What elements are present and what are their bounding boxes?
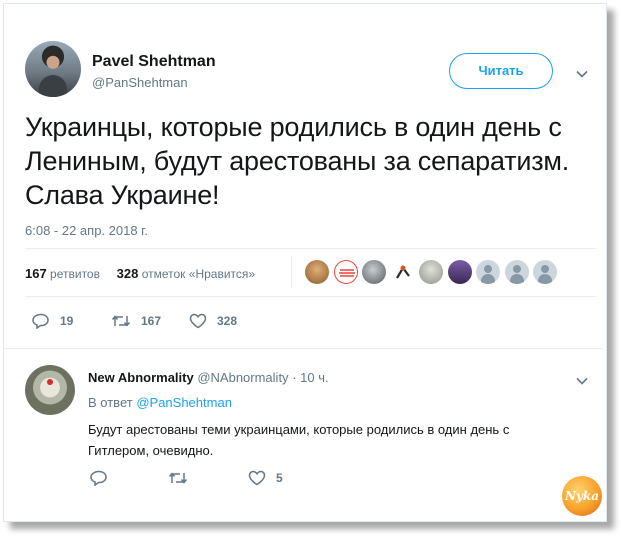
retweet-count[interactable]: 167 (25, 266, 47, 281)
stats-separator (291, 256, 292, 288)
heart-icon (189, 313, 207, 329)
chevron-down-icon[interactable] (575, 67, 589, 81)
retweet-action[interactable]: 167 (111, 313, 161, 329)
reply-like-count: 5 (276, 471, 283, 485)
reply-like-action[interactable]: 5 (248, 470, 283, 486)
reply-author-avatar[interactable] (25, 365, 75, 415)
divider (25, 296, 596, 297)
in-reply-to: В ответ @PanShehtman (88, 395, 232, 410)
likers-list (305, 260, 562, 286)
liker-avatar-default[interactable] (533, 260, 557, 284)
reply-header: New Abnormality @NAbnormality · 10 ч. (88, 370, 329, 385)
reply-reply-action[interactable] (90, 470, 118, 486)
author-avatar[interactable] (25, 41, 81, 97)
author-name[interactable]: Pavel Shehtman (92, 53, 216, 71)
reply-action[interactable]: 19 (32, 313, 73, 329)
reply-icon (32, 313, 49, 329)
tweet-timestamp[interactable]: 6:08 - 22 апр. 2018 г. (25, 223, 148, 238)
tweet-stats: 167 ретвитов 328 отметок «Нравится» (25, 266, 255, 281)
liker-avatar[interactable] (419, 260, 443, 284)
in-reply-prefix: В ответ (88, 395, 133, 410)
reply-author-name[interactable]: New Abnormality (88, 370, 194, 385)
liker-avatar[interactable] (362, 260, 386, 284)
reply-text: Будут арестованы теми украинцами, которы… (88, 422, 510, 458)
liker-avatar[interactable] (333, 260, 358, 284)
liker-avatar[interactable] (305, 260, 329, 284)
reply-count: 19 (60, 314, 74, 328)
tweet-text: Украинцы, которые родились в один день с… (25, 112, 570, 210)
divider (25, 248, 596, 249)
like-action-count: 328 (217, 314, 238, 328)
in-reply-handle-link[interactable]: @PanShehtman (136, 395, 232, 410)
reply-icon (90, 470, 107, 486)
like-action[interactable]: 328 (189, 313, 237, 329)
liker-avatar[interactable] (447, 260, 472, 284)
author-handle[interactable]: @PanShehtman (92, 75, 188, 90)
watermark-logo: Nyka (562, 476, 602, 516)
like-label[interactable]: отметок «Нравится» (142, 267, 255, 281)
retweet-action-count: 167 (141, 314, 162, 328)
heart-icon (248, 470, 266, 486)
liker-avatar[interactable] (390, 260, 415, 284)
like-count[interactable]: 328 (117, 266, 139, 281)
retweet-icon (168, 472, 188, 484)
reply-time[interactable]: · 10 ч. (292, 370, 328, 385)
retweet-label[interactable]: ретвитов (50, 267, 100, 281)
follow-button[interactable]: Читать (449, 53, 553, 89)
chevron-down-icon[interactable] (575, 374, 589, 388)
retweet-icon (111, 315, 131, 327)
reply-retweet-action[interactable] (168, 470, 198, 486)
liker-avatar-default[interactable] (476, 260, 500, 284)
divider (4, 348, 603, 349)
reply-author-handle[interactable]: @NAbnormality (197, 370, 288, 385)
liker-avatar-default[interactable] (504, 260, 529, 284)
